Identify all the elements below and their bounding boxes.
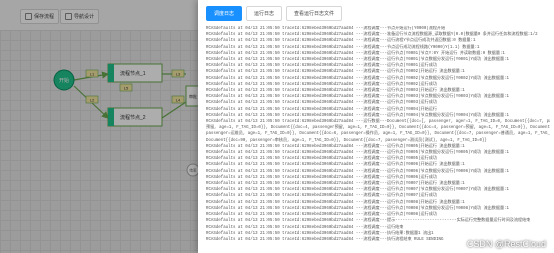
log-drawer: 调度日志 运行日志 查看运行日志文件 RCASdefaults at 04/13… bbox=[198, 0, 554, 253]
tab-view-log-file[interactable]: 查看运行日志文件 bbox=[286, 6, 343, 21]
tab-run-log-label: 运行日志 bbox=[254, 11, 275, 17]
drawer-tabs: 调度日志 运行日志 查看运行日志文件 bbox=[206, 6, 343, 21]
log-content[interactable]: RCASdefaults at 04/13 21:05:50 traceId:6… bbox=[206, 26, 550, 251]
log-line: passenger=运维员, age=1, F_TAG_ID=0}}, Docu… bbox=[206, 132, 550, 137]
tab-view-log-file-label: 查看运行日志文件 bbox=[294, 11, 335, 17]
watermark-text: CSDN @RestCloud bbox=[466, 239, 546, 249]
app-window: 保存流程 导航设计 开始 流程节点_1 流程节点_2 L1 L2 L3 L4 L… bbox=[0, 0, 554, 253]
tab-run-log[interactable]: 运行日志 bbox=[246, 6, 283, 21]
log-line: RCASdefaults at 04/13 21:05:50 traceId:6… bbox=[206, 76, 509, 81]
log-line: RCASdefaults at 04/13 21:05:50 traceId:6… bbox=[206, 169, 509, 174]
tab-dispatch-log[interactable]: 调度日志 bbox=[206, 6, 243, 21]
tab-dispatch-log-label: 调度日志 bbox=[214, 11, 235, 17]
log-line: RCASdefaults at 04/13 21:05:50 traceId:6… bbox=[206, 219, 531, 224]
